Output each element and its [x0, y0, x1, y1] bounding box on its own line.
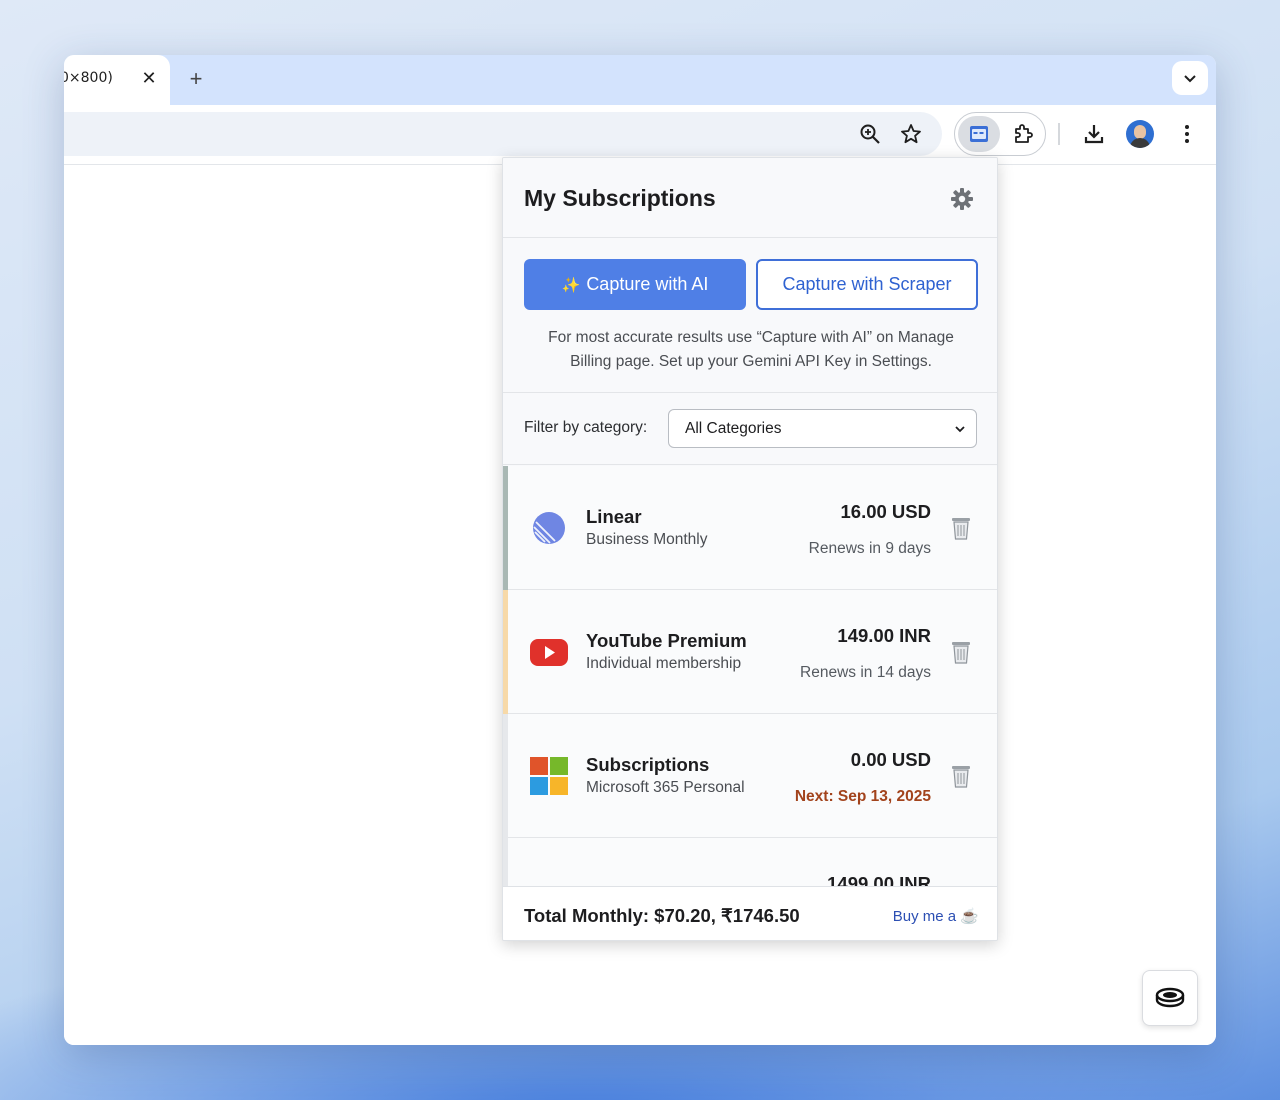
popup-footer: Total Monthly: $70.20, ₹1746.50 Buy me a…	[503, 886, 997, 940]
puzzle-extensions-icon[interactable]	[1007, 118, 1039, 150]
extensions-group	[954, 112, 1046, 156]
active-tab[interactable]: 0×800) ✕	[64, 55, 170, 105]
subscriptions-extension-button[interactable]	[958, 116, 1000, 152]
subscription-row[interactable]: Subscriptions Microsoft 365 Personal 0.0…	[503, 714, 997, 838]
subscription-amount: 16.00 USD	[840, 501, 932, 522]
tab-search-button[interactable]	[1172, 61, 1208, 95]
subscription-renewal: Renews in 9 days	[808, 540, 931, 557]
microsoft-logo-icon	[530, 757, 568, 795]
browser-toolbar	[64, 105, 1216, 165]
settings-gear-icon[interactable]	[949, 186, 975, 212]
more-menu-icon[interactable]	[1171, 118, 1203, 150]
filter-label: Filter by category:	[524, 419, 648, 436]
subscriptions-popup: My Subscriptions ✨ Capture with AI Captu…	[502, 157, 998, 941]
floating-action-button[interactable]	[1142, 970, 1198, 1026]
category-accent	[503, 590, 508, 714]
subscription-list: Linear Business Monthly 16.00 USD Renews…	[503, 466, 997, 886]
download-icon[interactable]	[1078, 118, 1110, 150]
subscription-name: Linear	[586, 506, 642, 527]
capture-with-ai-button[interactable]: ✨ Capture with AI	[524, 259, 746, 310]
zoom-icon[interactable]	[854, 118, 886, 150]
subscription-row[interactable]: YouTube Premium Individual membership 14…	[503, 590, 997, 714]
subscription-renewal: Next: Sep 13, 2025	[794, 788, 931, 805]
capture-hint: For most accurate results use “Capture w…	[548, 329, 954, 370]
subscription-row[interactable]: 1499.00 INR	[503, 838, 997, 886]
category-accent	[503, 838, 508, 886]
subscription-name: Subscriptions	[586, 754, 710, 775]
sparkle-icon: ✨	[561, 276, 581, 294]
category-filter: Filter by category: All Categories	[503, 393, 997, 465]
new-tab-button[interactable]: +	[184, 67, 208, 91]
trash-icon[interactable]	[949, 515, 973, 541]
category-select-value: All Categories	[685, 420, 782, 437]
subscription-renewal: Renews in 14 days	[800, 664, 931, 681]
category-accent	[503, 714, 508, 838]
avatar-body	[1130, 138, 1150, 148]
buy-me-coffee-link[interactable]: Buy me a ☕	[893, 907, 979, 925]
bookmark-star-icon[interactable]	[895, 118, 927, 150]
capture-actions: ✨ Capture with AI Capture with Scraper F…	[503, 238, 997, 393]
coin-stack-icon	[1155, 987, 1185, 1008]
capture-with-scraper-button[interactable]: Capture with Scraper	[756, 259, 978, 310]
subscriptions-extension-icon	[970, 126, 988, 142]
subscription-amount: 149.00 INR	[837, 625, 931, 646]
chevron-down-icon	[955, 426, 965, 433]
trash-icon[interactable]	[949, 639, 973, 665]
subscription-amount: 0.00 USD	[850, 749, 931, 770]
chevron-down-icon	[1184, 75, 1196, 83]
tab-close-icon[interactable]: ✕	[140, 68, 158, 88]
linear-logo-icon	[533, 512, 565, 544]
total-monthly: Total Monthly: $70.20, ₹1746.50	[524, 905, 800, 926]
subscription-plan: Microsoft 365 Personal	[586, 779, 745, 796]
capture-ai-label: Capture with AI	[586, 274, 709, 294]
subscription-plan: Business Monthly	[586, 531, 708, 548]
subscription-row[interactable]: Linear Business Monthly 16.00 USD Renews…	[503, 466, 997, 590]
youtube-logo-icon	[530, 639, 568, 666]
trash-icon[interactable]	[949, 763, 973, 789]
tab-title: 0×800)	[64, 70, 113, 86]
subscription-name: YouTube Premium	[586, 630, 747, 651]
address-bar[interactable]	[64, 112, 942, 156]
category-accent	[503, 466, 508, 590]
profile-avatar[interactable]	[1126, 120, 1154, 148]
popup-header: My Subscriptions	[503, 158, 997, 238]
subscription-amount: 1499.00 INR	[827, 873, 931, 886]
subscription-plan: Individual membership	[586, 655, 742, 672]
popup-title: My Subscriptions	[524, 185, 716, 211]
avatar-face	[1134, 125, 1146, 139]
category-select[interactable]: All Categories	[668, 409, 977, 448]
tab-bar: 0×800) ✕ +	[64, 55, 1216, 105]
toolbar-separator	[1058, 123, 1060, 145]
